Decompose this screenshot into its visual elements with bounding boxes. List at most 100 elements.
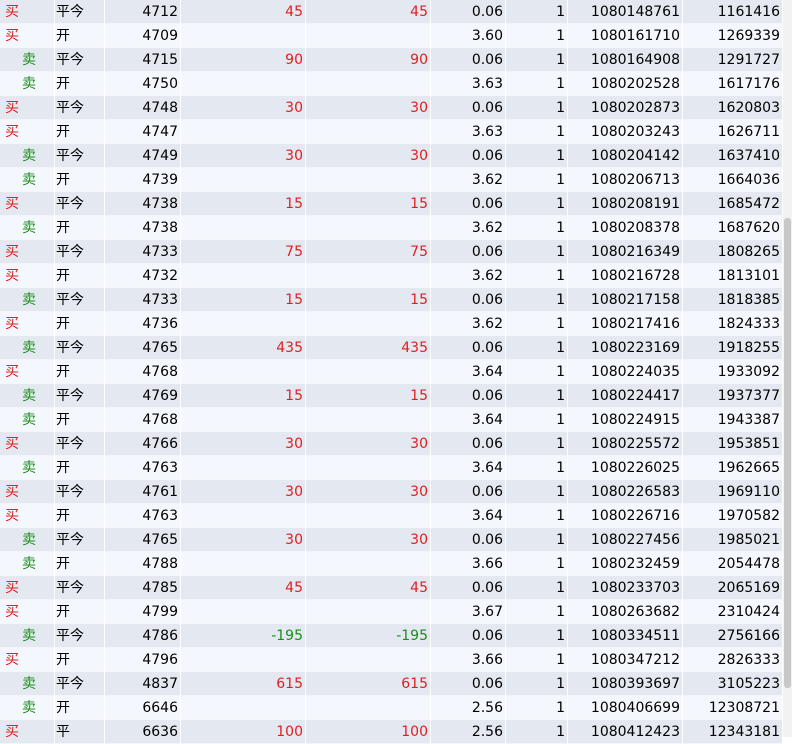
quantity-cell: 1 (506, 432, 568, 456)
table-row[interactable]: 卖平今 4837 615 615 0.06 1 1080393697 3105223 (0, 672, 783, 696)
time-cell: 1637410 (683, 144, 783, 168)
time-cell: 2826333 (683, 648, 783, 672)
table-row[interactable]: 买开 4796 3.66 1 1080347212 2826333 (0, 648, 783, 672)
profit-total-cell: 30 (306, 96, 431, 120)
time-cell: 1161416 (683, 0, 783, 24)
table-row[interactable]: 卖开 4768 3.64 1 1080224915 1943387 (0, 408, 783, 432)
table-row[interactable]: 卖平今 4749 30 30 0.06 1 1080204142 1637410 (0, 144, 783, 168)
time-cell: 2310424 (683, 600, 783, 624)
offset-cell: 开 (55, 456, 105, 480)
table-row[interactable]: 卖平今 4765 435 435 0.06 1 1080223169 1918255 (0, 336, 783, 360)
table-row[interactable]: 买开 4709 3.60 1 1080161710 1269339 (0, 24, 783, 48)
profit-total-cell (306, 120, 431, 144)
table-row[interactable]: 买平 6636 100 100 2.56 1 1080412423 12343181 (0, 720, 783, 744)
profit-cell: 15 (181, 192, 306, 216)
scrollbar-thumb[interactable] (784, 218, 791, 688)
quantity-cell: 1 (506, 24, 568, 48)
profit-cell (181, 408, 306, 432)
side-cell: 买 (0, 96, 55, 120)
table-row[interactable]: 买平今 4712 45 45 0.06 1 1080148761 1161416 (0, 0, 783, 24)
time-cell: 1269339 (683, 24, 783, 48)
time-cell: 1937377 (683, 384, 783, 408)
profit-cell (181, 120, 306, 144)
table-row[interactable]: 买开 4736 3.62 1 1080217416 1824333 (0, 312, 783, 336)
table-row[interactable]: 卖平今 4733 15 15 0.06 1 1080217158 1818385 (0, 288, 783, 312)
price-cell: 4796 (105, 648, 181, 672)
order-id-cell: 1080161710 (568, 24, 683, 48)
side-cell: 买 (0, 432, 55, 456)
fee-cell: 2.56 (431, 696, 506, 720)
quantity-cell: 1 (506, 0, 568, 24)
table-row[interactable]: 买开 4768 3.64 1 1080224035 1933092 (0, 360, 783, 384)
price-cell: 4763 (105, 504, 181, 528)
table-row[interactable]: 买开 4747 3.63 1 1080203243 1626711 (0, 120, 783, 144)
offset-cell: 平今 (55, 288, 105, 312)
table-row[interactable]: 卖平今 4769 15 15 0.06 1 1080224417 1937377 (0, 384, 783, 408)
table-row[interactable]: 买平今 4785 45 45 0.06 1 1080233703 2065169 (0, 576, 783, 600)
fee-cell: 0.06 (431, 96, 506, 120)
time-cell: 1824333 (683, 312, 783, 336)
table-row[interactable]: 买平今 4766 30 30 0.06 1 1080225572 1953851 (0, 432, 783, 456)
order-id-cell: 1080224417 (568, 384, 683, 408)
fee-cell: 0.06 (431, 0, 506, 24)
price-cell: 4733 (105, 240, 181, 264)
offset-cell: 开 (55, 312, 105, 336)
table-row[interactable]: 买开 4732 3.62 1 1080216728 1813101 (0, 264, 783, 288)
table-row[interactable]: 卖开 4739 3.62 1 1080206713 1664036 (0, 168, 783, 192)
quantity-cell: 1 (506, 96, 568, 120)
order-id-cell: 1080164908 (568, 48, 683, 72)
profit-total-cell (306, 456, 431, 480)
time-cell: 1620803 (683, 96, 783, 120)
price-cell: 4715 (105, 48, 181, 72)
price-cell: 6636 (105, 720, 181, 744)
quantity-cell: 1 (506, 456, 568, 480)
table-row[interactable]: 卖开 4750 3.63 1 1080202528 1617176 (0, 72, 783, 96)
price-cell: 4732 (105, 264, 181, 288)
side-cell: 卖 (0, 72, 55, 96)
profit-cell: 435 (181, 336, 306, 360)
offset-cell: 平今 (55, 624, 105, 648)
time-cell: 1664036 (683, 168, 783, 192)
price-cell: 4765 (105, 336, 181, 360)
offset-cell: 开 (55, 24, 105, 48)
side-cell: 卖 (0, 672, 55, 696)
order-id-cell: 1080224915 (568, 408, 683, 432)
table-row[interactable]: 买平今 4761 30 30 0.06 1 1080226583 1969110 (0, 480, 783, 504)
side-cell: 买 (0, 0, 55, 24)
profit-cell (181, 216, 306, 240)
fee-cell: 3.63 (431, 120, 506, 144)
profit-total-cell (306, 264, 431, 288)
table-row[interactable]: 卖平今 4786 -195 -195 0.06 1 1080334511 2756166 (0, 624, 783, 648)
table-row[interactable]: 卖开 4788 3.66 1 1080232459 2054478 (0, 552, 783, 576)
table-row[interactable]: 买平今 4748 30 30 0.06 1 1080202873 1620803 (0, 96, 783, 120)
profit-cell (181, 168, 306, 192)
quantity-cell: 1 (506, 600, 568, 624)
profit-cell (181, 504, 306, 528)
order-id-cell: 1080226025 (568, 456, 683, 480)
profit-cell (181, 24, 306, 48)
table-row[interactable]: 买开 4763 3.64 1 1080226716 1970582 (0, 504, 783, 528)
table-row[interactable]: 买平今 4733 75 75 0.06 1 1080216349 1808265 (0, 240, 783, 264)
offset-cell: 平今 (55, 96, 105, 120)
offset-cell: 平今 (55, 0, 105, 24)
price-cell: 4799 (105, 600, 181, 624)
time-cell: 1808265 (683, 240, 783, 264)
profit-total-cell (306, 216, 431, 240)
side-cell: 卖 (0, 624, 55, 648)
quantity-cell: 1 (506, 576, 568, 600)
table-row[interactable]: 卖开 4763 3.64 1 1080226025 1962665 (0, 456, 783, 480)
offset-cell: 平今 (55, 480, 105, 504)
offset-cell: 平今 (55, 384, 105, 408)
table-row[interactable]: 卖开 4738 3.62 1 1080208378 1687620 (0, 216, 783, 240)
profit-cell: 15 (181, 288, 306, 312)
table-row[interactable]: 卖平今 4715 90 90 0.06 1 1080164908 1291727 (0, 48, 783, 72)
table-row[interactable]: 买开 4799 3.67 1 1080263682 2310424 (0, 600, 783, 624)
table-row[interactable]: 卖平今 4765 30 30 0.06 1 1080227456 1985021 (0, 528, 783, 552)
table-row[interactable]: 买平今 4738 15 15 0.06 1 1080208191 1685472 (0, 192, 783, 216)
quantity-cell: 1 (506, 168, 568, 192)
table-row[interactable]: 卖开 6646 2.56 1 1080406699 12308721 (0, 696, 783, 720)
vertical-scrollbar[interactable] (783, 0, 792, 737)
price-cell: 4712 (105, 0, 181, 24)
quantity-cell: 1 (506, 384, 568, 408)
price-cell: 4738 (105, 216, 181, 240)
